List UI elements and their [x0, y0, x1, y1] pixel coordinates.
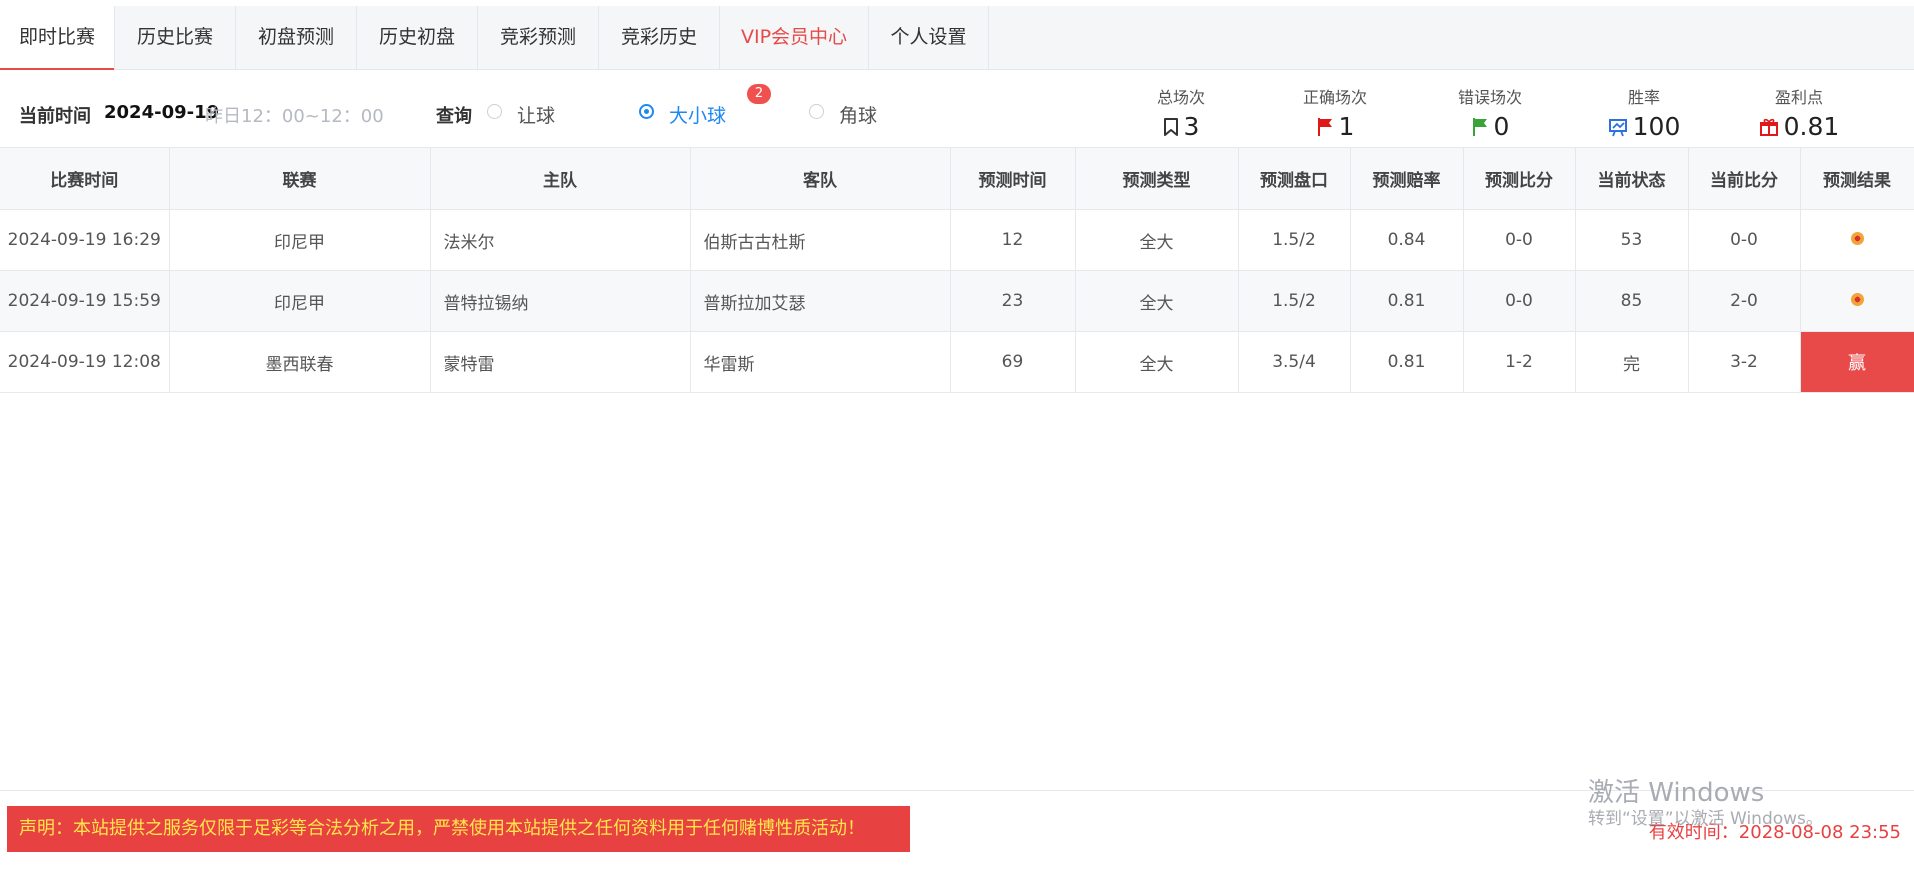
count-badge: 2: [747, 84, 771, 104]
cell-home-team: 法米尔: [430, 209, 691, 271]
cell-predict-type: 全大: [1075, 331, 1239, 393]
disclaimer-banner: 声明：本站提供之服务仅限于足彩等合法分析之用，严禁使用本站提供之任何资料用于任何…: [7, 806, 910, 852]
chart-icon: [1608, 119, 1627, 137]
cell-away-team: 普斯拉加艾瑟: [690, 270, 951, 332]
cell-status: 完: [1575, 331, 1689, 393]
header-predict-odds[interactable]: 预测赔率: [1350, 147, 1464, 210]
top-tabs: 即时比赛 历史比赛 初盘预测 历史初盘 竞彩预测 竞彩历史 VIP会员中心 个人…: [0, 6, 1914, 70]
table-row[interactable]: 2024-09-19 12:08 墨西联春 蒙特雷 华雷斯 69 全大 3.5/…: [0, 331, 1914, 393]
radio-corners-label[interactable]: 角球: [839, 101, 877, 128]
cell-league: 印尼甲: [169, 270, 431, 332]
radio-handicap-circle[interactable]: [487, 104, 502, 119]
cell-league: 印尼甲: [169, 209, 431, 271]
header-predict-time[interactable]: 预测时间: [950, 147, 1076, 210]
table-row[interactable]: 2024-09-19 16:29 印尼甲 法米尔 伯斯古古杜斯 12 全大 1.…: [0, 209, 1914, 271]
windows-watermark-subtitle: 转到“设置”以激活 Windows。: [1588, 809, 1823, 829]
cell-predict-type: 全大: [1075, 270, 1239, 332]
cell-odds: 0.81: [1350, 331, 1464, 393]
cell-result: [1800, 209, 1914, 271]
stat-wrong-value: 0: [1493, 112, 1510, 141]
ball-icon: [1850, 293, 1864, 306]
cell-away-team: 华雷斯: [690, 331, 951, 393]
stat-profit-value: 0.81: [1783, 112, 1840, 141]
stat-total-value: 3: [1183, 112, 1200, 141]
stat-correct-value: 1: [1338, 112, 1355, 141]
tab-lottery-history[interactable]: 竞彩历史: [599, 6, 720, 69]
stat-correct: 正确场次 1: [1275, 84, 1395, 141]
prediction-table: 比赛时间 联赛 主队 客队 预测时间 预测类型 预测盘口 预测赔率 预测比分 当…: [0, 147, 1914, 393]
radio-handicap-label[interactable]: 让球: [517, 101, 555, 128]
red-flag-icon: [1317, 118, 1332, 136]
table-row[interactable]: 2024-09-19 15:59 印尼甲 普特拉锡纳 普斯拉加艾瑟 23 全大 …: [0, 270, 1914, 332]
header-predict-type[interactable]: 预测类型: [1075, 147, 1239, 210]
stat-win-rate-label: 胜率: [1627, 88, 1660, 107]
cell-odds: 0.81: [1350, 270, 1464, 332]
header-predict-score[interactable]: 预测比分: [1463, 147, 1576, 210]
radio-over-under-circle[interactable]: [639, 104, 654, 119]
cell-predict-time: 12: [950, 209, 1076, 271]
stat-win-rate-value: 100: [1632, 112, 1681, 141]
cell-predict-time: 23: [950, 270, 1076, 332]
cell-status: 85: [1575, 270, 1689, 332]
header-away-team[interactable]: 客队: [690, 147, 951, 210]
header-predict-handicap[interactable]: 预测盘口: [1238, 147, 1351, 210]
cell-score: 0-0: [1688, 209, 1801, 271]
stat-profit-label: 盈利点: [1774, 88, 1823, 107]
cell-match-time: 2024-09-19 12:08: [0, 331, 170, 393]
stat-correct-label: 正确场次: [1302, 88, 1367, 107]
header-league[interactable]: 联赛: [169, 147, 431, 210]
cell-predict-score: 1-2: [1463, 331, 1576, 393]
header-predict-result[interactable]: 预测结果: [1800, 147, 1914, 210]
query-label: 查询: [436, 106, 472, 127]
header-current-score[interactable]: 当前比分: [1688, 147, 1801, 210]
ball-icon: [1850, 232, 1864, 245]
tab-history-opening[interactable]: 历史初盘: [357, 6, 478, 69]
green-flag-icon: [1472, 118, 1487, 136]
cell-predict-score: 0-0: [1463, 270, 1576, 332]
bookmark-icon: [1163, 118, 1178, 136]
cell-match-time: 2024-09-19 16:29: [0, 209, 170, 271]
cell-score: 3-2: [1688, 331, 1801, 393]
cell-result-win: 赢: [1800, 331, 1914, 393]
cell-score: 2-0: [1688, 270, 1801, 332]
time-range: 昨日12：00~12：00: [205, 106, 384, 127]
cell-handicap: 1.5/2: [1238, 270, 1351, 332]
tab-history-matches[interactable]: 历史比赛: [115, 6, 236, 69]
cell-handicap: 1.5/2: [1238, 209, 1351, 271]
radio-corners-circle[interactable]: [809, 104, 824, 119]
cell-match-time: 2024-09-19 15:59: [0, 270, 170, 332]
cell-away-team: 伯斯古古杜斯: [690, 209, 951, 271]
cell-predict-time: 69: [950, 331, 1076, 393]
tab-lottery-prediction[interactable]: 竞彩预测: [478, 6, 599, 69]
tab-live-matches[interactable]: 即时比赛: [0, 6, 115, 70]
radio-over-under-label[interactable]: 大小球: [669, 101, 726, 128]
stat-win-rate: 胜率 100: [1584, 84, 1704, 141]
table-header-row: 比赛时间 联赛 主队 客队 预测时间 预测类型 预测盘口 预测赔率 预测比分 当…: [0, 147, 1914, 210]
tab-vip-center[interactable]: VIP会员中心: [720, 6, 869, 69]
stat-wrong: 错误场次 0: [1430, 84, 1550, 141]
cell-home-team: 蒙特雷: [430, 331, 691, 393]
stat-profit: 盈利点 0.81: [1739, 84, 1859, 141]
tab-opening-prediction[interactable]: 初盘预测: [236, 6, 357, 69]
current-time-label: 当前时间: [19, 106, 91, 127]
current-date: 2024-09-19: [104, 102, 220, 123]
cell-home-team: 普特拉锡纳: [430, 270, 691, 332]
header-match-time[interactable]: 比赛时间: [0, 147, 170, 210]
stat-wrong-label: 错误场次: [1457, 88, 1522, 107]
cell-league: 墨西联春: [169, 331, 431, 393]
cell-predict-score: 0-0: [1463, 209, 1576, 271]
cell-result: [1800, 270, 1914, 332]
cell-status: 53: [1575, 209, 1689, 271]
stat-total-label: 总场次: [1156, 88, 1205, 107]
stat-total: 总场次 3: [1121, 84, 1241, 141]
header-home-team[interactable]: 主队: [430, 147, 691, 210]
cell-odds: 0.84: [1350, 209, 1464, 271]
cell-predict-type: 全大: [1075, 209, 1239, 271]
tab-personal-settings[interactable]: 个人设置: [869, 6, 989, 69]
header-current-status[interactable]: 当前状态: [1575, 147, 1689, 210]
cell-handicap: 3.5/4: [1238, 331, 1351, 393]
gift-icon: [1759, 118, 1778, 136]
